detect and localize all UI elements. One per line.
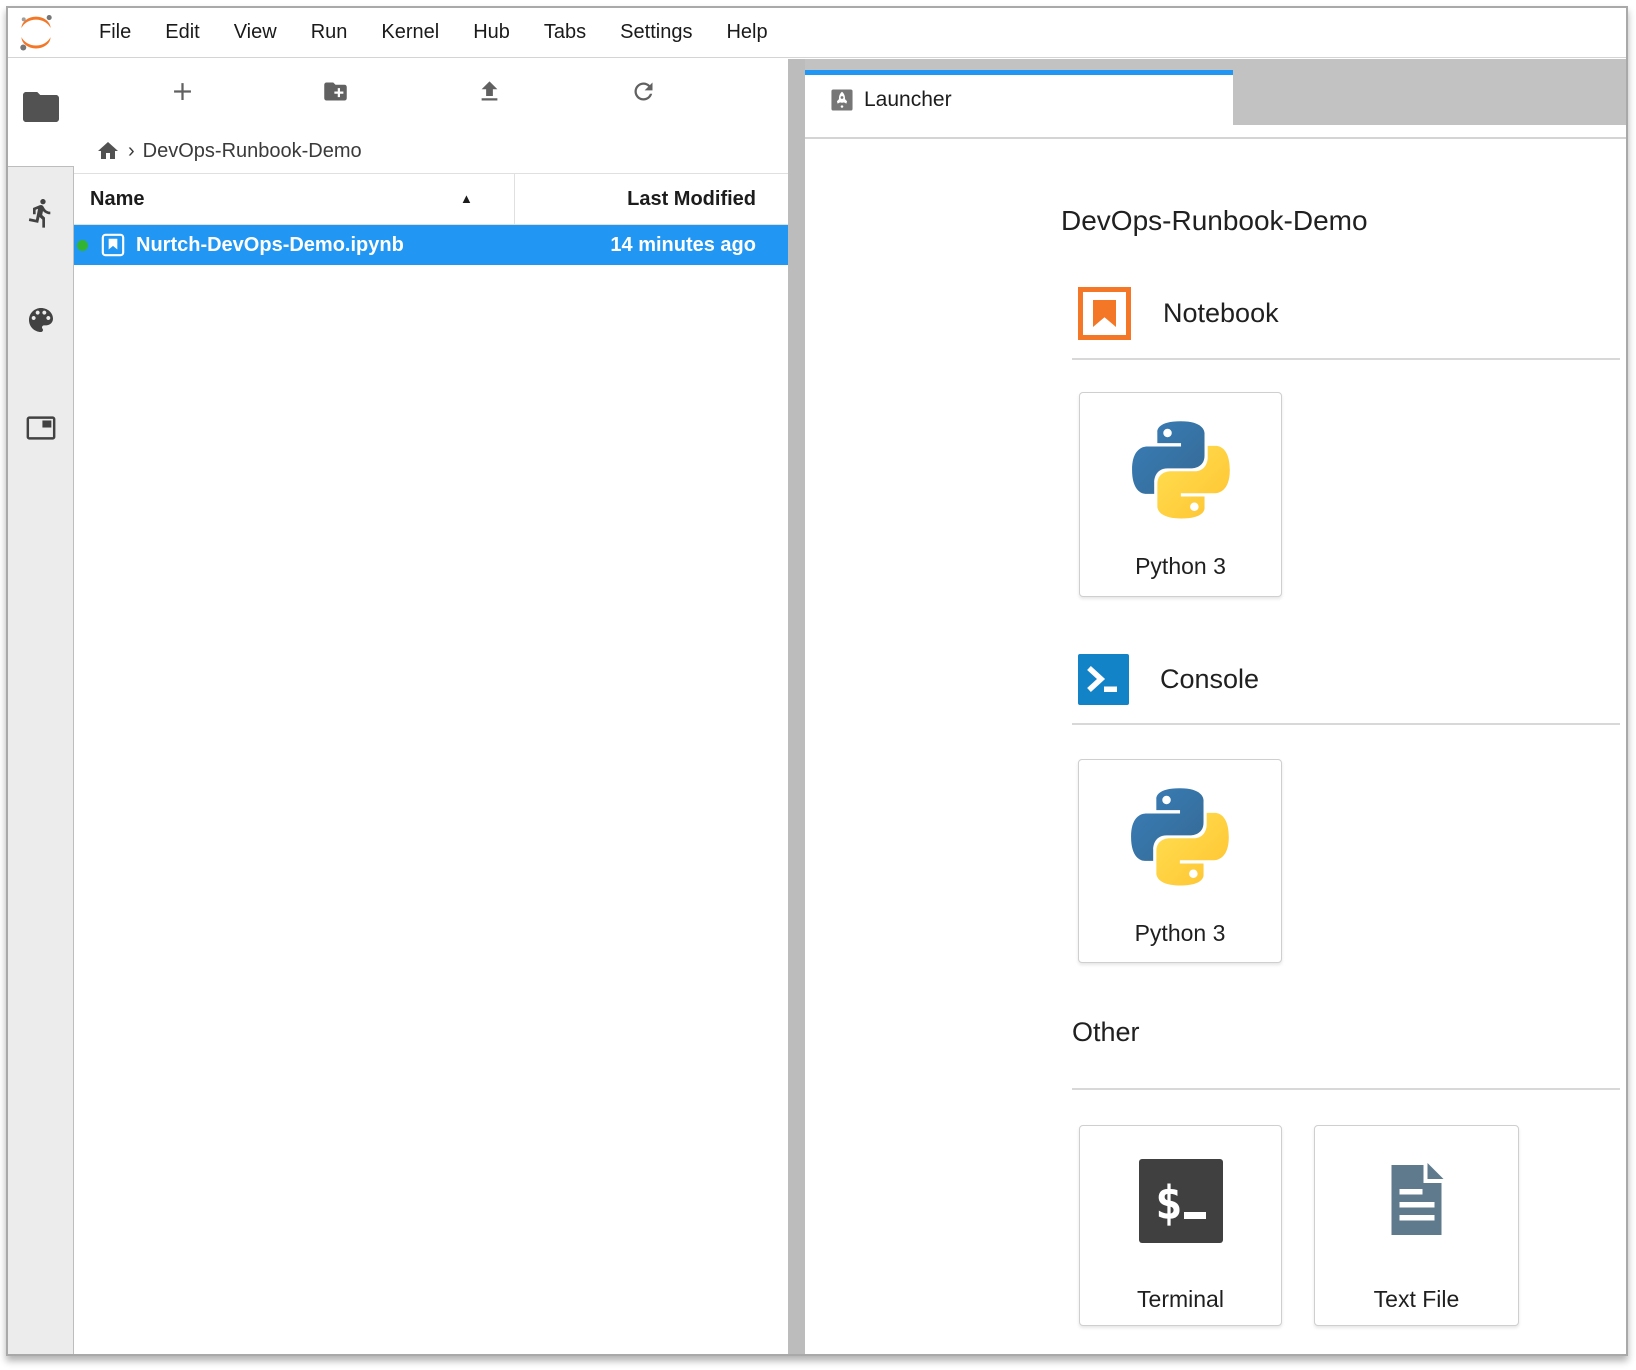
menu-edit[interactable]: Edit <box>148 8 216 57</box>
section-rule <box>1072 1088 1620 1090</box>
new-folder-icon <box>322 78 349 105</box>
section-label-other: Other <box>1072 1011 1140 1053</box>
card-label: Terminal <box>1080 1286 1281 1313</box>
column-divider <box>514 174 515 224</box>
new-launcher-plus-icon <box>169 78 196 105</box>
menu-kernel[interactable]: Kernel <box>364 8 456 57</box>
launcher-card-terminal[interactable]: $ Terminal <box>1079 1125 1282 1326</box>
terminal-icon: $ <box>1139 1159 1223 1243</box>
column-header-last-modified[interactable]: Last Modified <box>627 174 756 224</box>
running-man-icon[interactable] <box>25 197 57 229</box>
card-label: Python 3 <box>1079 920 1281 947</box>
launcher-title: DevOps-Runbook-Demo <box>1061 205 1368 237</box>
card-label: Text File <box>1315 1286 1518 1313</box>
section-rule <box>1072 723 1620 725</box>
refresh-button[interactable] <box>623 71 663 111</box>
menu-file[interactable]: File <box>82 8 148 57</box>
sidebar-rail <box>8 166 74 1356</box>
svg-text:$: $ <box>1155 1176 1183 1230</box>
panel-splitter[interactable] <box>788 59 805 1356</box>
launcher-card-console-python3[interactable]: Python 3 <box>1078 759 1282 963</box>
breadcrumb-separator: › <box>128 140 135 163</box>
section-label-console: Console <box>1160 653 1259 706</box>
new-folder-button[interactable] <box>315 71 355 111</box>
breadcrumb: › DevOps-Runbook-Demo <box>96 133 362 169</box>
left-sidebar <box>8 59 74 1356</box>
notebook-icon <box>1078 287 1131 340</box>
card-label: Python 3 <box>1080 553 1281 580</box>
file-name: Nurtch-DevOps-Demo.ipynb <box>136 225 404 265</box>
file-row-selected[interactable]: Nurtch-DevOps-Demo.ipynb 14 minutes ago <box>74 225 788 265</box>
section-label-notebook: Notebook <box>1163 287 1279 340</box>
menu-bar: File Edit View Run Kernel Hub Tabs Setti… <box>8 8 1628 58</box>
menu-help[interactable]: Help <box>709 8 784 57</box>
upload-icon <box>476 78 503 105</box>
folder-icon <box>23 92 59 122</box>
menu-run[interactable]: Run <box>294 8 365 57</box>
dock-tab-bar: Launcher <box>805 59 1628 125</box>
column-header-name[interactable]: Name <box>90 174 144 224</box>
sidebar-item-file-browser[interactable] <box>8 59 74 166</box>
jupyter-logo-icon <box>16 13 56 53</box>
menu-tabs[interactable]: Tabs <box>527 8 603 57</box>
tab-launcher-label: Launcher <box>864 88 952 112</box>
menu-hub[interactable]: Hub <box>456 8 527 57</box>
kernel-running-dot <box>77 240 88 251</box>
file-last-modified: 14 minutes ago <box>610 225 756 265</box>
home-icon[interactable] <box>96 139 120 163</box>
upload-button[interactable] <box>469 71 509 111</box>
launcher-card-text-file[interactable]: Text File <box>1314 1125 1519 1326</box>
sort-ascending-icon[interactable]: ▲ <box>460 174 473 224</box>
tabbar-shadow <box>805 137 1628 139</box>
refresh-icon <box>630 78 657 105</box>
launcher-rocket-icon <box>831 89 853 111</box>
menu-settings[interactable]: Settings <box>603 8 709 57</box>
console-icon <box>1077 653 1130 706</box>
python-logo <box>1132 421 1230 519</box>
tab-launcher[interactable]: Launcher <box>805 70 1233 125</box>
main-dock-panel: Launcher DevOps-Runbook-Demo Notebook Py… <box>805 59 1628 1356</box>
tabs-icon[interactable] <box>25 412 57 444</box>
menu-view[interactable]: View <box>217 8 294 57</box>
file-browser-panel: › DevOps-Runbook-Demo Name ▲ Last Modifi… <box>74 59 788 1356</box>
palette-icon[interactable] <box>25 304 57 336</box>
python-logo <box>1131 788 1229 886</box>
breadcrumb-folder[interactable]: DevOps-Runbook-Demo <box>143 140 362 163</box>
section-rule <box>1072 358 1620 360</box>
notebook-file-icon <box>100 232 126 258</box>
new-launcher-button[interactable] <box>162 71 202 111</box>
launcher-card-notebook-python3[interactable]: Python 3 <box>1079 392 1282 597</box>
text-file-icon <box>1373 1157 1460 1244</box>
file-list-header: Name ▲ Last Modified <box>74 173 788 225</box>
